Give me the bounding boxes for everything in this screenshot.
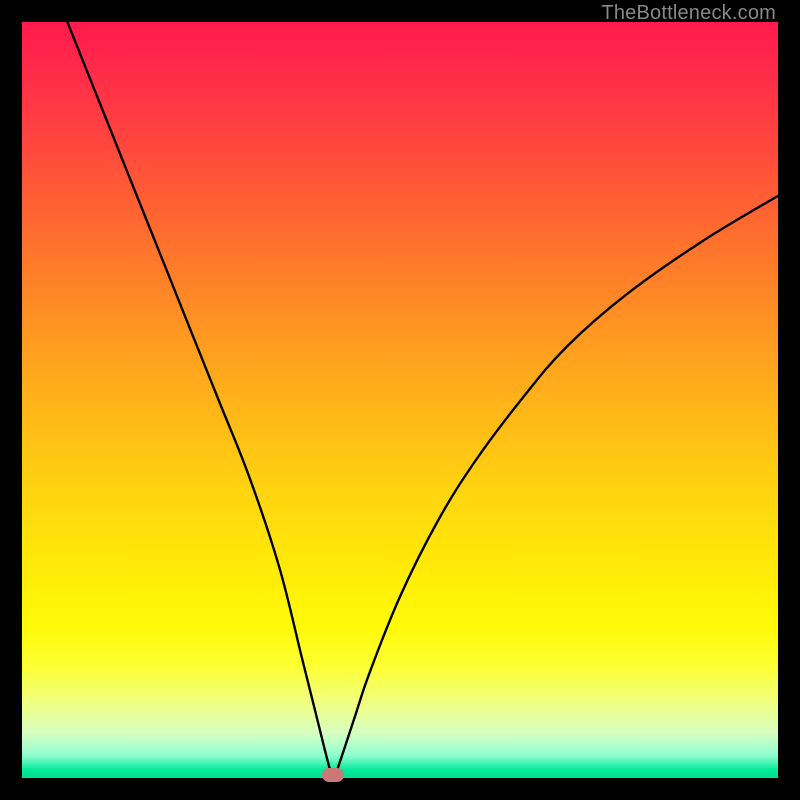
chart-container: TheBottleneck.com [0,0,800,800]
plot-area [22,22,778,778]
minimum-marker [322,768,344,782]
bottleneck-curve [22,22,778,778]
watermark-text: TheBottleneck.com [601,2,776,25]
